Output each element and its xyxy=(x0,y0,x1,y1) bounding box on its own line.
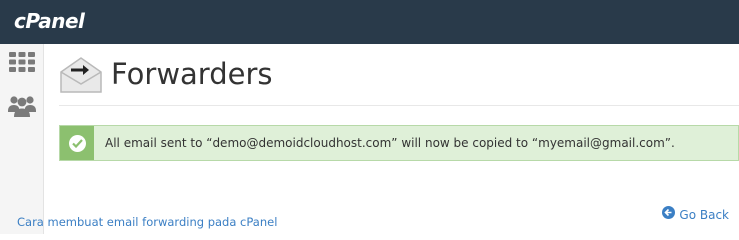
page-title: Forwarders xyxy=(111,57,273,91)
apps-grid-icon xyxy=(9,51,35,77)
users-icon xyxy=(8,94,36,123)
go-back-label: Go Back xyxy=(679,208,729,222)
arrow-left-circle-icon xyxy=(662,206,676,224)
alert-icon-box xyxy=(60,126,94,160)
check-circle-icon xyxy=(68,134,86,152)
go-back-link[interactable]: Go Back xyxy=(662,206,729,224)
main-content: Forwarders All email sent to “demo@demoi… xyxy=(45,44,739,234)
envelope-arrow-icon xyxy=(59,56,103,94)
title-divider xyxy=(59,105,739,106)
sidebar-item-users[interactable] xyxy=(0,88,44,128)
alert-message: All email sent to “demo@demoidcloudhost.… xyxy=(105,136,675,150)
footer-link[interactable]: Cara membuat email forwarding pada cPane… xyxy=(17,215,277,229)
sidebar xyxy=(0,44,44,234)
cpanel-logo[interactable]: cPanel xyxy=(14,9,85,33)
top-bar: cPanel xyxy=(0,0,739,44)
sidebar-item-apps[interactable] xyxy=(0,44,44,84)
success-alert: All email sent to “demo@demoidcloudhost.… xyxy=(59,125,739,161)
